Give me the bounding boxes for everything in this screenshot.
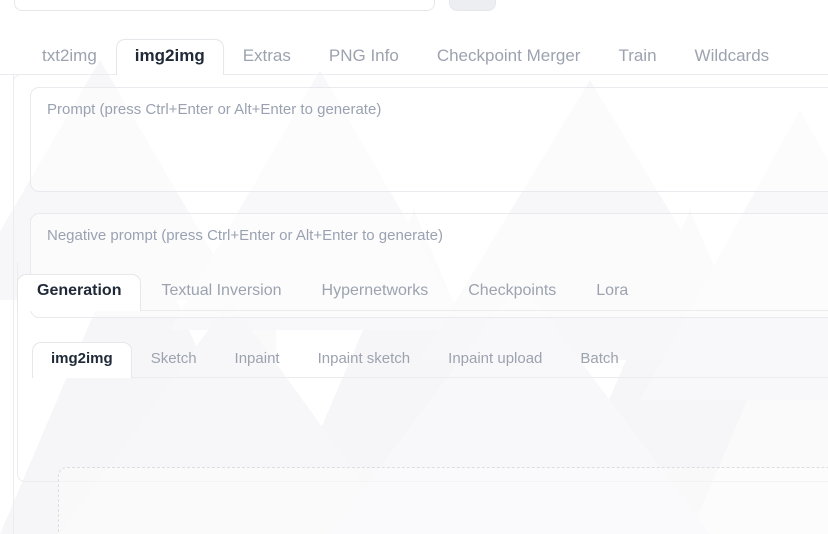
- tab-mode-batch[interactable]: Batch: [561, 342, 637, 378]
- prompt-textarea[interactable]: Prompt (press Ctrl+Enter or Alt+Enter to…: [30, 87, 828, 192]
- tab-lora[interactable]: Lora: [576, 274, 648, 311]
- tab-mode-inpaint[interactable]: Inpaint: [216, 342, 299, 378]
- prompt-placeholder: Prompt (press Ctrl+Enter or Alt+Enter to…: [47, 101, 382, 118]
- model-selector-field[interactable]: [14, 0, 435, 11]
- tab-checkpoint-merger[interactable]: Checkpoint Merger: [418, 39, 600, 75]
- tab-wildcards[interactable]: Wildcards: [676, 39, 789, 75]
- mode-tab-bar: img2img Sketch Inpaint Inpaint sketch In…: [32, 330, 828, 378]
- image-dropzone[interactable]: [58, 467, 828, 534]
- tab-hypernetworks[interactable]: Hypernetworks: [302, 274, 449, 311]
- tab-textual-inversion[interactable]: Textual Inversion: [141, 274, 301, 311]
- tab-extras[interactable]: Extras: [224, 39, 310, 75]
- tab-train[interactable]: Train: [599, 39, 675, 75]
- tab-generation[interactable]: Generation: [17, 274, 142, 311]
- tab-png-info[interactable]: PNG Info: [310, 39, 418, 75]
- tab-txt2img[interactable]: txt2img: [23, 39, 116, 75]
- tab-mode-img2img[interactable]: img2img: [32, 342, 132, 378]
- tab-checkpoints[interactable]: Checkpoints: [448, 274, 576, 311]
- refresh-button[interactable]: [449, 0, 496, 11]
- panel-left-rule: [13, 74, 14, 534]
- tab-mode-sketch[interactable]: Sketch: [132, 342, 216, 378]
- negative-prompt-placeholder: Negative prompt (press Ctrl+Enter or Alt…: [47, 227, 444, 244]
- topbar: [0, 0, 828, 12]
- tab-img2img[interactable]: img2img: [115, 39, 224, 75]
- main-tab-bar: txt2img img2img Extras PNG Info Checkpoi…: [0, 30, 828, 75]
- tab-mode-inpaint-sketch[interactable]: Inpaint sketch: [299, 342, 430, 378]
- sub-tab-bar: Generation Textual Inversion Hypernetwor…: [17, 263, 828, 311]
- tab-mode-inpaint-upload[interactable]: Inpaint upload: [429, 342, 561, 378]
